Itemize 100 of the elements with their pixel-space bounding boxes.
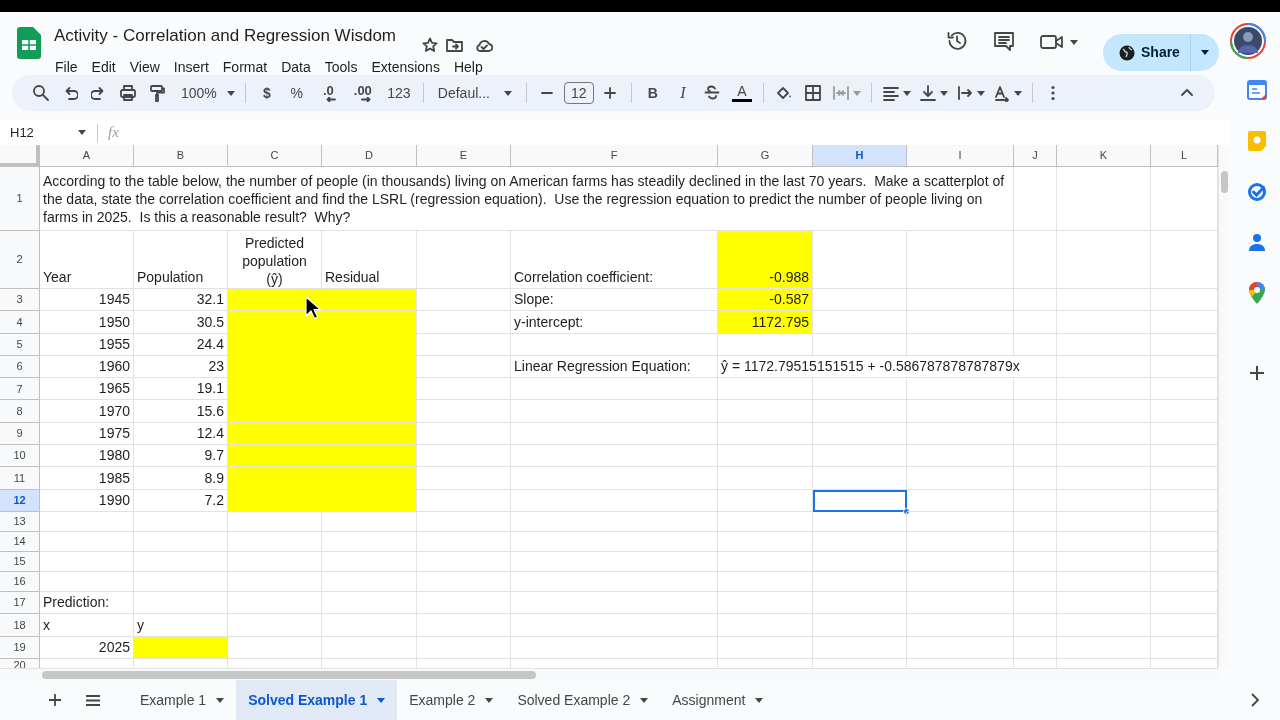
- table-cell[interactable]: [417, 378, 511, 401]
- table-cell[interactable]: [417, 571, 511, 592]
- share-button[interactable]: Share: [1103, 34, 1219, 71]
- sheet-tab[interactable]: Solved Example 1: [236, 680, 398, 720]
- table-cell[interactable]: [1057, 591, 1151, 615]
- row-header[interactable]: 19: [0, 636, 40, 659]
- table-cell[interactable]: [1014, 289, 1057, 312]
- row-header[interactable]: 5: [0, 333, 40, 356]
- select-all-corner[interactable]: [0, 145, 40, 167]
- table-cell[interactable]: [417, 289, 511, 312]
- table-cell[interactable]: [1014, 333, 1057, 356]
- menu-item[interactable]: Tools: [317, 57, 365, 77]
- scrollbar-thumb[interactable]: [1221, 171, 1228, 193]
- table-cell[interactable]: [322, 489, 417, 512]
- table-cell[interactable]: 1970: [40, 400, 134, 423]
- table-cell[interactable]: [813, 333, 907, 356]
- table-cell[interactable]: [228, 571, 322, 592]
- table-cell[interactable]: [1057, 422, 1151, 446]
- table-cell[interactable]: [718, 531, 813, 552]
- menu-item[interactable]: Help: [446, 57, 490, 77]
- table-cell[interactable]: [718, 591, 813, 615]
- table-cell[interactable]: [511, 489, 718, 512]
- table-cell[interactable]: [1014, 378, 1057, 401]
- font-dropdown[interactable]: Defaul...: [429, 79, 520, 107]
- table-cell[interactable]: [1057, 378, 1151, 401]
- scrollbar-thumb[interactable]: [42, 671, 536, 679]
- video-camera-icon[interactable]: [1040, 34, 1064, 50]
- cloud-check-icon[interactable]: [475, 39, 493, 52]
- table-cell[interactable]: [417, 400, 511, 423]
- menu-item[interactable]: Format: [215, 57, 275, 77]
- table-cell[interactable]: [1057, 571, 1151, 592]
- row-header[interactable]: 6: [0, 355, 40, 379]
- table-cell[interactable]: [907, 591, 1014, 615]
- calendar-icon[interactable]: [1247, 80, 1267, 100]
- table-cell[interactable]: ŷ = 1172.79515151515 + -0.586787878787879x: [718, 355, 1057, 379]
- table-cell[interactable]: [907, 511, 1014, 532]
- row-header[interactable]: 1: [0, 167, 40, 231]
- print-icon[interactable]: [118, 84, 137, 102]
- table-cell[interactable]: [813, 231, 907, 289]
- menu-item[interactable]: File: [48, 57, 85, 77]
- table-cell[interactable]: [718, 400, 813, 423]
- number-format-button[interactable]: 123: [380, 79, 417, 107]
- comment-icon[interactable]: [993, 30, 1015, 52]
- table-cell[interactable]: [907, 311, 1014, 334]
- table-cell[interactable]: [322, 531, 417, 552]
- table-cell[interactable]: [40, 511, 134, 532]
- table-cell[interactable]: [1014, 614, 1057, 637]
- table-cell[interactable]: [813, 489, 907, 512]
- table-cell[interactable]: [417, 422, 511, 446]
- table-cell[interactable]: [511, 400, 718, 423]
- text-color-button[interactable]: A: [726, 79, 757, 107]
- table-cell[interactable]: [40, 551, 134, 572]
- table-cell[interactable]: [813, 311, 907, 334]
- table-cell[interactable]: [718, 511, 813, 532]
- table-cell[interactable]: [1014, 571, 1057, 592]
- caret-icon[interactable]: [78, 130, 86, 135]
- table-cell[interactable]: [228, 311, 322, 334]
- paint-format-icon[interactable]: [147, 84, 166, 102]
- table-cell[interactable]: [718, 489, 813, 512]
- avatar-icon[interactable]: [1230, 23, 1266, 59]
- map-pin-icon[interactable]: [1249, 282, 1265, 304]
- row-header[interactable]: 8: [0, 400, 40, 423]
- search-icon[interactable]: [31, 84, 50, 102]
- table-cell[interactable]: [1014, 511, 1057, 532]
- sheet-tab[interactable]: Assignment: [660, 680, 776, 720]
- menu-item[interactable]: Edit: [84, 57, 123, 77]
- table-cell[interactable]: Linear Regression Equation:: [511, 355, 718, 379]
- table-cell[interactable]: [228, 489, 322, 512]
- table-cell[interactable]: [718, 422, 813, 446]
- caret-icon[interactable]: [1200, 50, 1209, 55]
- table-cell[interactable]: -0.988: [718, 231, 813, 289]
- chevron-right-icon[interactable]: [1250, 693, 1260, 707]
- table-cell[interactable]: [134, 591, 228, 615]
- row-header[interactable]: 3: [0, 289, 40, 312]
- plus-icon[interactable]: [602, 85, 619, 101]
- table-cell[interactable]: [228, 422, 322, 446]
- table-cell[interactable]: [1057, 551, 1151, 572]
- video-call-button[interactable]: [1040, 34, 1078, 50]
- column-header[interactable]: D: [322, 145, 417, 167]
- table-cell[interactable]: [907, 400, 1014, 423]
- table-cell[interactable]: [813, 400, 907, 423]
- name-box[interactable]: H12: [0, 120, 92, 145]
- table-cell[interactable]: [134, 511, 228, 532]
- column-header[interactable]: H: [813, 145, 907, 167]
- caret-icon[interactable]: [1013, 90, 1022, 96]
- bold-button[interactable]: B: [637, 79, 668, 107]
- table-cell[interactable]: [1057, 167, 1151, 231]
- caret-icon[interactable]: [755, 697, 764, 703]
- table-cell[interactable]: [511, 422, 718, 446]
- table-cell[interactable]: Population: [134, 231, 228, 289]
- table-cell[interactable]: [417, 311, 511, 334]
- table-cell[interactable]: [813, 591, 907, 615]
- table-cell[interactable]: [813, 614, 907, 637]
- table-cell[interactable]: [1057, 445, 1151, 468]
- row-header[interactable]: 11: [0, 467, 40, 490]
- table-cell[interactable]: [228, 400, 322, 423]
- table-cell[interactable]: [417, 636, 511, 659]
- column-header[interactable]: B: [134, 145, 228, 167]
- table-cell[interactable]: [1057, 614, 1151, 637]
- table-cell[interactable]: [1014, 551, 1057, 572]
